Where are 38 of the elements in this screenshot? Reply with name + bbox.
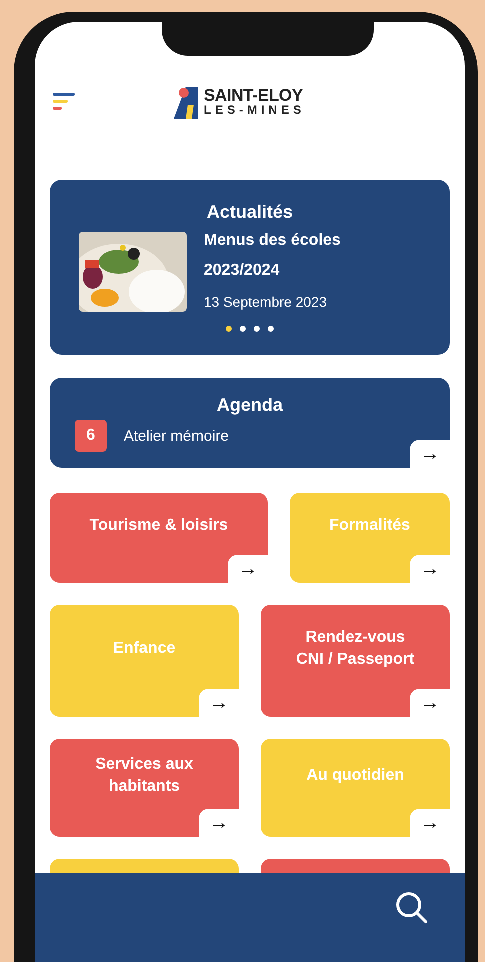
tile-card[interactable]: Formalités → [290, 493, 450, 583]
agenda-card[interactable]: Agenda 6 Atelier mémoire → [50, 378, 450, 468]
logo-text: SAINT-ELOY [204, 86, 304, 104]
news-subtitle: 2023/2024 [204, 262, 281, 280]
arrow-button[interactable]: → [199, 689, 239, 717]
tile-card[interactable] [50, 859, 239, 873]
logo-subtext: LES-MINES [204, 104, 306, 116]
menu-icon[interactable] [53, 91, 77, 111]
tile-label: Formalités [330, 516, 410, 536]
date-badge: 6 [75, 420, 107, 452]
news-card[interactable]: Actualités Menus des écoles 2023/2024 13 Septembre 2023 [50, 180, 450, 355]
card-title: Actualités [206, 202, 294, 223]
tile-card[interactable] [261, 859, 450, 873]
tile-label: Enfance [113, 639, 176, 660]
carousel-dot[interactable] [254, 326, 260, 332]
news-headline: Menus des écoles [204, 232, 341, 250]
tile-label: Services aux habitants [94, 755, 194, 797]
carousel-dot[interactable] [240, 326, 246, 332]
arrow-button[interactable]: → [410, 555, 450, 583]
arrow-button[interactable]: → [410, 809, 450, 837]
arrow-button[interactable]: → [228, 555, 268, 583]
carousel-dot[interactable] [226, 326, 232, 332]
carousel-dot[interactable] [268, 326, 274, 332]
tile-label: Tourisme & loisirs [90, 516, 228, 536]
tile-card[interactable]: Tourisme & loisirs → [50, 493, 268, 583]
tile-card[interactable]: Services aux habitants → [50, 739, 239, 837]
tile-label: Rendez-vous CNI / Passeport [295, 628, 416, 670]
event-name: Atelier mémoire [124, 428, 230, 444]
arrow-button[interactable]: → [410, 440, 450, 468]
tile-label: Au quotidien [306, 766, 404, 786]
arrow-button[interactable]: → [199, 809, 239, 837]
tile-card[interactable]: Au quotidien → [261, 739, 450, 837]
search-icon[interactable] [395, 891, 429, 925]
tile-card[interactable]: Enfance → [50, 605, 239, 717]
arrow-button[interactable]: → [410, 689, 450, 717]
news-date: 13 Septembre 2023 [204, 294, 328, 310]
tile-card[interactable]: Rendez-vous CNI / Passeport → [261, 605, 450, 717]
card-title: Agenda [216, 395, 284, 416]
